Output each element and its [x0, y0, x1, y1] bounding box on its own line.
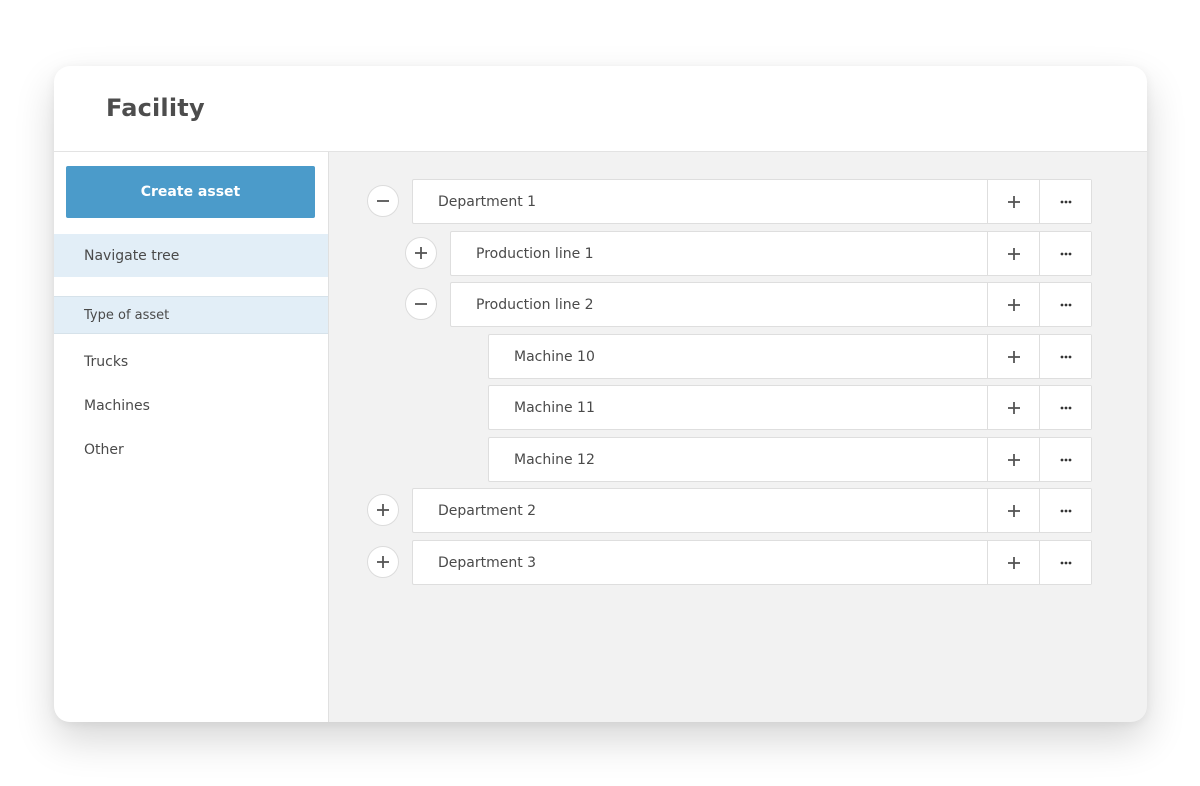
ellipsis-icon: [1059, 401, 1073, 415]
more-options-button[interactable]: [1039, 232, 1091, 275]
plus-icon: [1007, 350, 1021, 364]
plus-icon: [1007, 453, 1021, 467]
more-options-button[interactable]: [1039, 386, 1091, 429]
more-options-button[interactable]: [1039, 180, 1091, 223]
add-child-button[interactable]: [987, 541, 1039, 584]
more-options-button[interactable]: [1039, 438, 1091, 481]
more-options-button[interactable]: [1039, 541, 1091, 584]
expand-toggle-button[interactable]: [405, 237, 437, 269]
more-options-button[interactable]: [1039, 335, 1091, 378]
plus-icon: [414, 246, 428, 260]
tree-node-label[interactable]: Production line 2: [451, 283, 987, 326]
add-child-button[interactable]: [987, 283, 1039, 326]
tree-node-label[interactable]: Department 3: [413, 541, 987, 584]
minus-icon: [414, 297, 428, 311]
tree-row: Production line 1: [54, 231, 1147, 276]
facility-window: Facility Create asset Navigate tree Type…: [54, 66, 1147, 722]
tree-node-label[interactable]: Machine 10: [489, 335, 987, 378]
tree-node: Production line 1: [450, 231, 1092, 276]
expand-toggle-button[interactable]: [367, 546, 399, 578]
tree-node: Machine 10: [488, 334, 1092, 379]
tree-node-label[interactable]: Machine 12: [489, 438, 987, 481]
tree-node: Department 1: [412, 179, 1092, 224]
tree-node-label[interactable]: Department 1: [413, 180, 987, 223]
tree-row: Department 2: [54, 488, 1147, 533]
tree-row: Machine 11: [54, 385, 1147, 430]
expand-toggle-button[interactable]: [367, 494, 399, 526]
add-child-button[interactable]: [987, 489, 1039, 532]
ellipsis-icon: [1059, 298, 1073, 312]
header: Facility: [54, 66, 1147, 152]
add-child-button[interactable]: [987, 386, 1039, 429]
plus-icon: [1007, 195, 1021, 209]
ellipsis-icon: [1059, 350, 1073, 364]
add-child-button[interactable]: [987, 232, 1039, 275]
plus-icon: [376, 503, 390, 517]
plus-icon: [1007, 504, 1021, 518]
tree-node: Production line 2: [450, 282, 1092, 327]
ellipsis-icon: [1059, 247, 1073, 261]
add-child-button[interactable]: [987, 180, 1039, 223]
tree-node-label[interactable]: Machine 11: [489, 386, 987, 429]
tree-node: Machine 12: [488, 437, 1092, 482]
tree-node-label[interactable]: Production line 1: [451, 232, 987, 275]
ellipsis-icon: [1059, 556, 1073, 570]
ellipsis-icon: [1059, 504, 1073, 518]
plus-icon: [1007, 401, 1021, 415]
tree-row: Production line 2: [54, 282, 1147, 327]
collapse-toggle-button[interactable]: [367, 185, 399, 217]
tree-row: Machine 12: [54, 437, 1147, 482]
add-child-button[interactable]: [987, 335, 1039, 378]
more-options-button[interactable]: [1039, 489, 1091, 532]
ellipsis-icon: [1059, 453, 1073, 467]
tree-node-label[interactable]: Department 2: [413, 489, 987, 532]
tree-node: Department 3: [412, 540, 1092, 585]
minus-icon: [376, 194, 390, 208]
tree-row: Department 1: [54, 179, 1147, 224]
tree-row: Machine 10: [54, 334, 1147, 379]
more-options-button[interactable]: [1039, 283, 1091, 326]
plus-icon: [376, 555, 390, 569]
plus-icon: [1007, 556, 1021, 570]
collapse-toggle-button[interactable]: [405, 288, 437, 320]
tree-row: Department 3: [54, 540, 1147, 585]
tree-node: Department 2: [412, 488, 1092, 533]
page-title: Facility: [106, 94, 205, 122]
tree-node: Machine 11: [488, 385, 1092, 430]
plus-icon: [1007, 247, 1021, 261]
ellipsis-icon: [1059, 195, 1073, 209]
plus-icon: [1007, 298, 1021, 312]
add-child-button[interactable]: [987, 438, 1039, 481]
